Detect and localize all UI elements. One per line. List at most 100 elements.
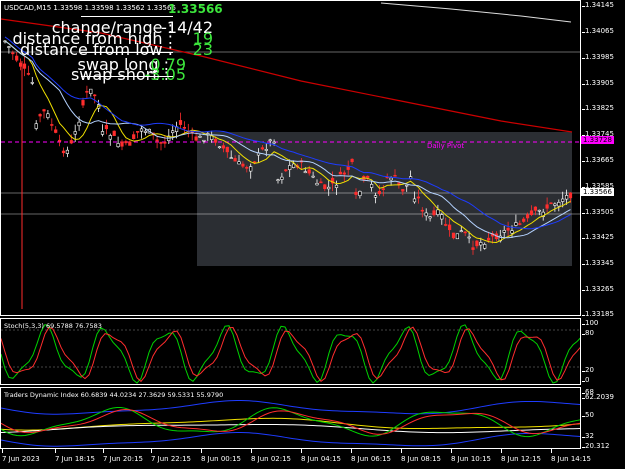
tdi-base-line	[1, 424, 580, 434]
candle-body	[369, 184, 374, 188]
candle-body	[463, 231, 467, 234]
price-tick: 1.34065	[582, 27, 614, 35]
candle-body	[319, 181, 323, 184]
stoch-tick: 80	[582, 329, 594, 337]
candle-body	[479, 242, 483, 246]
candle-body	[268, 139, 272, 142]
candle-body	[451, 232, 456, 239]
candle-body	[100, 131, 105, 135]
tdi-tick: 50	[582, 411, 594, 419]
candle-body	[61, 150, 66, 154]
candle-body	[342, 172, 346, 175]
candle-body	[323, 184, 327, 190]
candle-body	[561, 198, 565, 202]
time-tick: 7 Jun 18:15	[55, 449, 96, 463]
candle-body	[471, 247, 475, 250]
candle-body	[155, 139, 159, 142]
time-tick: 8 Jun 12:15	[501, 449, 542, 463]
candle-body	[334, 184, 339, 188]
candle-body	[440, 214, 444, 220]
candle-body	[182, 126, 187, 129]
price-axis[interactable]: 1.34145 1.34065 1.33985 1.33905 1.33825 …	[581, 0, 625, 318]
candle-body	[444, 224, 448, 226]
candle-body	[77, 121, 81, 127]
candle-body	[537, 209, 541, 212]
candle-body	[229, 157, 233, 159]
candle-body	[198, 136, 202, 138]
candle-body	[108, 135, 112, 140]
stoch-tick: 0	[581, 376, 590, 384]
tdi-lower-band	[1, 432, 580, 447]
candle-body	[260, 147, 265, 150]
candle-body	[93, 94, 97, 97]
candle-body	[65, 149, 69, 154]
price-tick: 1.33185	[582, 310, 614, 318]
candle-body	[377, 191, 382, 195]
tdi-tick: 62.2039	[582, 393, 614, 401]
candle-body	[510, 230, 514, 234]
candle-body	[73, 131, 77, 135]
candle-body	[104, 125, 108, 130]
candle-body	[163, 142, 167, 144]
price-tick: 1.33985	[582, 53, 614, 61]
candle-body	[405, 184, 409, 187]
candle-body	[272, 141, 276, 144]
candle-body	[136, 131, 140, 133]
time-tick: 8 Jun 04:15	[301, 449, 342, 463]
candle-body	[483, 244, 487, 249]
candle-body	[81, 100, 85, 106]
candle-body	[549, 202, 553, 205]
candle-body	[291, 163, 296, 168]
candle-body	[46, 113, 50, 118]
candle-body	[447, 224, 452, 231]
price-chart-pane[interactable]: USDCAD,M15 1.33598 1.33598 1.33562 1.335…	[0, 0, 581, 316]
tdi-mid-line	[1, 417, 580, 431]
price-tick: 1.33665	[582, 156, 614, 164]
candle-body	[502, 230, 506, 233]
candle-body	[420, 209, 424, 212]
stoch-tick: 20	[582, 366, 594, 374]
candle-body	[284, 169, 288, 172]
price-tick: 1.33425	[582, 233, 614, 241]
candle-body	[350, 158, 354, 163]
price-tick: 1.33505	[582, 208, 614, 216]
stoch-tick: 100	[581, 319, 599, 327]
time-tick: 8 Jun 08:15	[401, 449, 442, 463]
candle-body	[34, 123, 38, 129]
candle-body	[545, 204, 549, 209]
candle-body	[393, 175, 397, 177]
candle-body	[459, 230, 463, 232]
candle-body	[303, 171, 307, 174]
candle-body	[288, 165, 292, 170]
tdi-label: Traders Dynamic Index 60.6839 44.0234 27…	[4, 391, 224, 399]
stochastic-pane[interactable]: Stoch(5,3,3) 69.5788 76.7583	[0, 318, 581, 385]
daily-pivot-label: Daily Pivot	[427, 142, 465, 150]
time-tick: 8 Jun 06:15	[351, 449, 392, 463]
ma-top-line	[380, 2, 572, 23]
candle-body	[467, 236, 471, 239]
tdi-pane[interactable]: Traders Dynamic Index 60.6839 44.0234 27…	[0, 387, 581, 449]
candle-body	[412, 198, 417, 203]
candle-body	[132, 134, 136, 140]
candle-body	[358, 190, 362, 197]
candle-body	[428, 216, 432, 219]
candle-body	[143, 130, 148, 133]
price-tick: 1.33265	[582, 285, 614, 293]
candle-body	[54, 129, 58, 133]
candle-body	[432, 210, 436, 216]
time-axis[interactable]: 7 Jun 2023 7 Jun 18:15 7 Jun 20:15 7 Jun…	[0, 449, 591, 469]
candle-body	[214, 138, 218, 143]
candle-body	[30, 82, 34, 84]
time-tick: 7 Jun 2023	[2, 449, 40, 463]
stoch-signal-line	[1, 326, 580, 383]
tdi-tick: 20.312	[582, 442, 610, 450]
candle-body	[338, 171, 343, 175]
time-tick: 8 Jun 10:15	[451, 449, 492, 463]
candle-body	[241, 163, 245, 167]
price-tick: 1.33825	[582, 104, 614, 112]
candle-body	[217, 146, 222, 149]
candle-body	[436, 209, 440, 215]
candle-body	[69, 140, 73, 144]
pivot-price-tag: 1.33728	[581, 136, 614, 144]
candle-body	[327, 186, 331, 190]
